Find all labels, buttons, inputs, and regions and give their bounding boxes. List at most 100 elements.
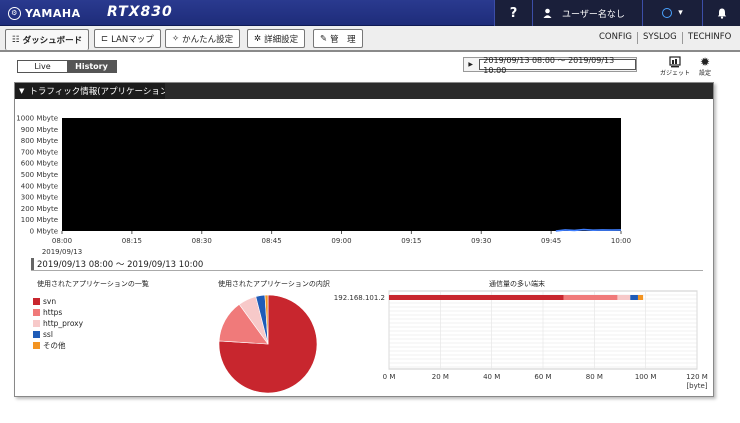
- x-tick-label: 08:00: [52, 237, 72, 245]
- tab-lan-map[interactable]: ⊏ LANマップ: [94, 29, 161, 48]
- nav-separator: [682, 32, 683, 44]
- app-legend: svn https http_proxy ssl その他: [33, 296, 83, 351]
- x-tick-label: 09:45: [541, 237, 561, 245]
- model-name: RTX830: [107, 4, 173, 20]
- x-tick-label: 09:00: [331, 237, 351, 245]
- wrench-icon: ✎: [320, 33, 328, 44]
- plot-area: [62, 118, 621, 231]
- legend-swatch: [33, 309, 40, 316]
- x-tick-label: 40 M: [483, 373, 500, 381]
- y-tick-label: 800 Mbyte: [21, 137, 58, 145]
- panel-header[interactable]: ▼ トラフィック情報(アプリケーション): [15, 83, 713, 99]
- tab-advanced-settings[interactable]: ✲ 詳細設定: [247, 29, 306, 48]
- apps-list-title: 使用されたアプリケーションの一覧: [37, 280, 149, 288]
- x-tick-label: 100 M: [635, 373, 657, 381]
- legend-label: ssl: [43, 330, 53, 339]
- x-tick-label: 0 M: [383, 373, 396, 381]
- y-tick-label: 500 Mbyte: [21, 171, 58, 179]
- y-tick-label: 1000 Mbyte: [16, 115, 58, 123]
- user-menu[interactable]: ユーザー名なし: [532, 0, 642, 26]
- legend-swatch: [33, 298, 40, 305]
- time-range-selector[interactable]: ▶ 2019/09/13 08:00 ～ 2019/09/13 10:00: [463, 56, 637, 75]
- gear-icon: ✲: [254, 33, 262, 44]
- brand-logo: ⚙ YAMAHA: [8, 6, 81, 20]
- legend-item-other: その他: [33, 340, 83, 351]
- range-divider: [31, 270, 703, 271]
- y-tick-label: 600 Mbyte: [21, 160, 58, 168]
- legend-item-http-proxy: http_proxy: [33, 318, 83, 329]
- selected-range-label: 2019/09/13 08:00 ～ 2019/09/13 10:00: [31, 258, 203, 270]
- tab-easy-setup[interactable]: ✧ かんたん設定: [165, 29, 241, 48]
- settings-label: 設定: [699, 70, 712, 77]
- network-map-icon: ⊏: [101, 33, 109, 44]
- user-name: ユーザー名なし: [562, 9, 625, 20]
- history-button[interactable]: History: [67, 61, 116, 72]
- help-button[interactable]: ?: [494, 0, 532, 26]
- nav-separator: [637, 32, 638, 44]
- x-tick-label: 120 M: [686, 373, 708, 381]
- live-button[interactable]: Live: [18, 61, 67, 72]
- bar-segment-1: [563, 295, 618, 300]
- y-tick-label: 100 Mbyte: [21, 216, 58, 224]
- app-breakdown-pie: [218, 294, 318, 394]
- legend-swatch: [33, 342, 40, 349]
- y-tick-label: 300 Mbyte: [21, 194, 58, 202]
- status-ring-icon: [662, 8, 673, 18]
- legend-label: svn: [43, 297, 57, 306]
- play-icon[interactable]: ▶: [464, 61, 477, 68]
- wand-icon: ✧: [172, 33, 180, 44]
- mode-toggle: Live History: [17, 60, 117, 73]
- tab-dashboard[interactable]: ☷ ダッシュボード: [5, 29, 90, 50]
- header-fill: [165, 83, 713, 99]
- collapse-triangle-icon[interactable]: ▼: [19, 87, 24, 95]
- time-range-value[interactable]: 2019/09/13 08:00 ～ 2019/09/13 10:00: [479, 56, 636, 75]
- gadget-button[interactable]: ガジェット: [660, 56, 690, 77]
- x-tick-label: 08:30: [192, 237, 212, 245]
- tab-management[interactable]: ✎ 管 理: [313, 29, 363, 48]
- notifications-button[interactable]: [702, 0, 740, 26]
- yamaha-mark-icon: ⚙: [8, 6, 21, 20]
- gear-icon: ✹: [699, 55, 711, 69]
- tab-dashboard-label: ダッシュボード: [22, 36, 83, 46]
- legend-item-ssl: ssl: [33, 329, 83, 340]
- legend-label: http_proxy: [43, 319, 84, 328]
- y-tick-label: 200 Mbyte: [21, 205, 58, 213]
- legend-swatch: [33, 331, 40, 338]
- top-bar: ⚙ YAMAHA RTX830 ? ユーザー名なし ▾: [0, 0, 740, 26]
- settings-button[interactable]: ✹ 設定: [699, 56, 711, 77]
- tab-easy-setup-label: かんたん設定: [182, 34, 234, 45]
- legend-swatch: [33, 320, 40, 327]
- x-tick-label: 08:15: [122, 237, 142, 245]
- link-syslog[interactable]: SYSLOG: [643, 32, 677, 42]
- y-tick-label: 0 Mbyte: [30, 228, 58, 236]
- brand-name: YAMAHA: [25, 6, 81, 20]
- grid-icon: ☷: [12, 35, 20, 45]
- link-techinfo[interactable]: TECHINFO: [688, 32, 731, 42]
- y-tick-label: 400 Mbyte: [21, 182, 58, 190]
- panel-title: トラフィック情報(アプリケーション): [29, 87, 172, 97]
- top-hosts-bar-chart: 0 M 20 M 40 M 60 M 80 M 100 M 120 M[byte] 192.1…: [334, 290, 708, 390]
- tab-management-label: 管 理: [330, 34, 356, 45]
- bar-segment-2: [617, 295, 631, 300]
- y-tick-label: 700 Mbyte: [21, 148, 58, 156]
- main-nav: ☷ ダッシュボード ⊏ LANマップ ✧ かんたん設定 ✲ 詳細設定 ✎ 管 理…: [0, 26, 740, 52]
- link-config[interactable]: CONFIG: [599, 32, 632, 42]
- x-tick-label: 80 M: [586, 373, 603, 381]
- x-date-label: 2019/09/13: [42, 248, 82, 256]
- x-tick-label: 60 M: [534, 373, 551, 381]
- chevron-down-icon: ▾: [678, 8, 683, 18]
- tab-advanced-settings-label: 詳細設定: [264, 34, 299, 45]
- x-tick-label: 09:30: [471, 237, 491, 245]
- x-tick-label: 08:45: [262, 237, 282, 245]
- x-tick-label: 20 M: [432, 373, 449, 381]
- legend-item-svn: svn: [33, 296, 83, 307]
- x-unit-label: [byte]: [686, 382, 707, 390]
- legend-label: その他: [43, 341, 66, 350]
- user-icon: [543, 8, 552, 18]
- bell-icon: [717, 8, 726, 19]
- gadget-icon: [669, 56, 681, 68]
- status-menu[interactable]: ▾: [642, 0, 702, 26]
- gadget-label: ガジェット: [660, 70, 691, 77]
- bar-segment-4: [637, 295, 644, 300]
- x-tick-label: 09:15: [401, 237, 421, 245]
